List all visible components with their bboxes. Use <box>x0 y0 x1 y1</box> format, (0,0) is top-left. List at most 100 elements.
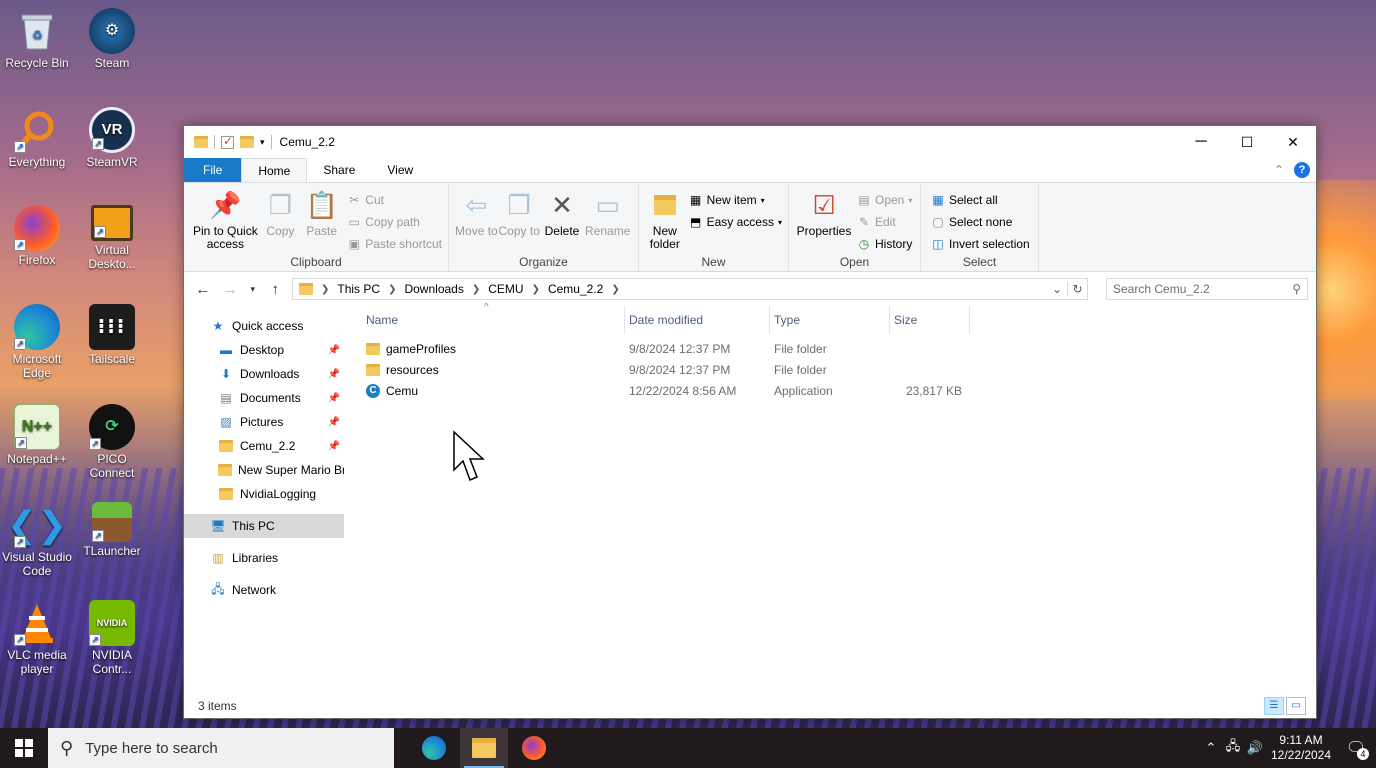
nav-nvidialogging[interactable]: NvidiaLogging <box>184 482 344 506</box>
taskbar: ⚲ Type here to search ⌃ 🖧 🔊 9:11 AM 12/2… <box>0 728 1376 768</box>
file-row[interactable]: C Cemu 12/22/2024 8:56 AM Application 23,… <box>362 380 1316 401</box>
paste-shortcut-button[interactable]: ▣ Paste shortcut <box>347 235 442 253</box>
desktop-icon-recycle-bin[interactable]: ♻ Recycle Bin <box>2 8 72 70</box>
up-button[interactable]: ↑ <box>265 281 286 298</box>
collapse-ribbon-icon[interactable]: ⌃ <box>1274 163 1284 177</box>
column-header-size[interactable]: Size <box>890 306 970 334</box>
breadcrumb-separator[interactable]: ❯ <box>611 284 619 295</box>
desktop-icon-steam[interactable]: ⚙ Steam <box>77 8 147 70</box>
desktop-icon-everything[interactable]: ↗ Everything <box>2 107 72 169</box>
steamvr-icon: VR ↗ <box>89 107 135 153</box>
system-tray: ⌃ 🖧 🔊 9:11 AM 12/22/2024 🗨 4 <box>1200 728 1376 768</box>
notification-center-button[interactable]: 🗨 4 <box>1336 738 1376 760</box>
clock-time: 9:11 AM <box>1279 733 1323 747</box>
desktop-icon-label: Steam <box>94 56 130 70</box>
desktop-icon-vlc[interactable]: ↗ VLC media player <box>2 600 72 676</box>
breadcrumb-this-pc[interactable]: This PC <box>337 282 380 296</box>
nav-libraries[interactable]: ▥ Libraries <box>184 546 344 570</box>
properties-check-icon[interactable] <box>221 134 234 149</box>
recent-locations-dropdown[interactable]: ▾ <box>247 284 259 295</box>
easy-access-label: Easy access <box>706 215 774 229</box>
close-button[interactable]: ✕ <box>1270 126 1316 158</box>
details-view-icon[interactable]: ☰ <box>1264 697 1284 715</box>
steam-icon: ⚙ <box>89 8 135 54</box>
maximize-button[interactable]: ☐ <box>1224 126 1270 158</box>
address-dropdown-icon[interactable]: ⌄ <box>1047 282 1067 296</box>
column-header-name[interactable]: Name <box>362 306 625 334</box>
taskbar-search-box[interactable]: ⚲ Type here to search <box>48 728 394 768</box>
breadcrumb-separator[interactable]: ❯ <box>388 284 396 295</box>
desktop-icon-steamvr[interactable]: VR ↗ SteamVR <box>77 107 147 169</box>
nav-documents[interactable]: ▤ Documents 📌 <box>184 386 344 410</box>
desktop-icon-firefox[interactable]: ↗ Firefox <box>2 205 72 267</box>
select-all-button[interactable]: ▦ Select all <box>931 191 1030 209</box>
nav-pictures[interactable]: ▨ Pictures 📌 <box>184 410 344 434</box>
desktop-icon-tlauncher[interactable]: ↗ TLauncher <box>77 502 147 558</box>
nav-downloads[interactable]: ⬇ Downloads 📌 <box>184 362 344 386</box>
file-row[interactable]: gameProfiles 9/8/2024 12:37 PM File fold… <box>362 338 1316 359</box>
folder-icon <box>299 283 313 295</box>
new-item-button[interactable]: ▦ New item ▾ <box>689 191 782 209</box>
nav-new-super-mario[interactable]: New Super Mario Br <box>184 458 344 482</box>
desktop-icon-nvidia[interactable]: NVIDIA ↗ NVIDIA Contr... <box>77 600 147 676</box>
breadcrumb-separator[interactable]: ❯ <box>532 284 540 295</box>
show-hidden-icons-chevron-icon[interactable]: ⌃ <box>1200 740 1222 756</box>
tab-home[interactable]: Home <box>241 158 308 182</box>
breadcrumb-downloads[interactable]: Downloads <box>404 282 463 296</box>
select-none-button[interactable]: ▢ Select none <box>931 213 1030 231</box>
column-header-type[interactable]: Type <box>770 306 890 334</box>
back-button[interactable]: ← <box>192 281 213 298</box>
breadcrumb-separator[interactable]: ❯ <box>472 284 480 295</box>
address-bar[interactable]: ❯ This PC ❯ Downloads ❯ CEMU ❯ Cemu_2.2 … <box>292 278 1088 300</box>
pin-icon: 📌 <box>209 189 242 220</box>
properties-icon: ☑ <box>812 189 836 220</box>
breadcrumb-cemu-2-2[interactable]: Cemu_2.2 <box>548 282 603 296</box>
invert-selection-button[interactable]: ◫ Invert selection <box>931 235 1029 253</box>
open-button[interactable]: ▤ Open ▾ <box>857 191 912 209</box>
minimize-button[interactable]: ─ <box>1178 126 1224 158</box>
desktop-icon-notepadpp[interactable]: N++ ↗ Notepad++ <box>2 404 72 466</box>
breadcrumb-cemu[interactable]: CEMU <box>488 282 523 296</box>
tab-share[interactable]: Share <box>307 158 371 182</box>
nav-this-pc[interactable]: 🖥 This PC <box>184 514 344 538</box>
copy-icon: ❐ <box>268 189 293 220</box>
cut-button[interactable]: ✂ Cut <box>347 191 442 209</box>
desktop-icon-edge[interactable]: ↗ Microsoft Edge <box>2 304 72 380</box>
divider <box>214 135 215 149</box>
column-header-date[interactable]: Date modified <box>625 306 770 334</box>
help-icon[interactable]: ? <box>1294 162 1310 178</box>
refresh-icon[interactable]: ↻ <box>1067 282 1087 296</box>
quick-access-toolbar: ▾ <box>194 134 272 149</box>
new-item-label: New item <box>706 193 757 207</box>
start-button[interactable] <box>0 728 48 768</box>
easy-access-button[interactable]: ⬒ Easy access ▾ <box>689 213 782 231</box>
volume-icon[interactable]: 🔊 <box>1244 740 1266 756</box>
file-explorer-icon <box>472 738 496 758</box>
desktop-icon-tailscale[interactable]: ⁝⁝⁝ Tailscale <box>77 304 147 366</box>
file-explorer-window: ▾ Cemu_2.2 ─ ☐ ✕ File Home Share View ⌃ … <box>183 125 1317 719</box>
file-row[interactable]: resources 9/8/2024 12:37 PM File folder <box>362 359 1316 380</box>
taskbar-file-explorer[interactable] <box>460 728 508 768</box>
clock[interactable]: 9:11 AM 12/22/2024 <box>1266 733 1336 763</box>
desktop-icon-virtual-desktop[interactable]: ↗ Virtual Deskto... <box>77 205 147 271</box>
title-bar[interactable]: ▾ Cemu_2.2 ─ ☐ ✕ <box>184 126 1316 158</box>
desktop-icon-pico-connect[interactable]: ⟳ ↗ PICO Connect <box>77 404 147 480</box>
nav-cemu-2-2[interactable]: Cemu_2.2 📌 <box>184 434 344 458</box>
forward-button[interactable]: → <box>219 281 240 298</box>
search-input[interactable]: Search Cemu_2.2 ⚲ <box>1106 278 1308 300</box>
copy-path-button[interactable]: ▭ Copy path <box>347 213 442 231</box>
tab-view[interactable]: View <box>371 158 429 182</box>
nav-desktop[interactable]: ▬ Desktop 📌 <box>184 338 344 362</box>
new-folder-icon[interactable] <box>240 136 254 148</box>
customize-toolbar-dropdown-icon[interactable]: ▾ <box>260 137 265 148</box>
history-button[interactable]: ◷ History <box>857 235 913 253</box>
tab-file[interactable]: File <box>184 158 242 182</box>
edit-button[interactable]: ✎ Edit <box>857 213 912 231</box>
large-icons-view-icon[interactable]: ▭ <box>1286 697 1306 715</box>
taskbar-firefox[interactable] <box>510 728 558 768</box>
nav-network[interactable]: 🖧 Network <box>184 578 344 602</box>
network-icon[interactable]: 🖧 <box>1222 737 1244 759</box>
nav-quick-access[interactable]: ★ Quick access <box>184 314 344 338</box>
taskbar-edge[interactable] <box>410 728 458 768</box>
desktop-icon-vscode[interactable]: ❮❯ ↗ Visual Studio Code <box>2 502 72 579</box>
